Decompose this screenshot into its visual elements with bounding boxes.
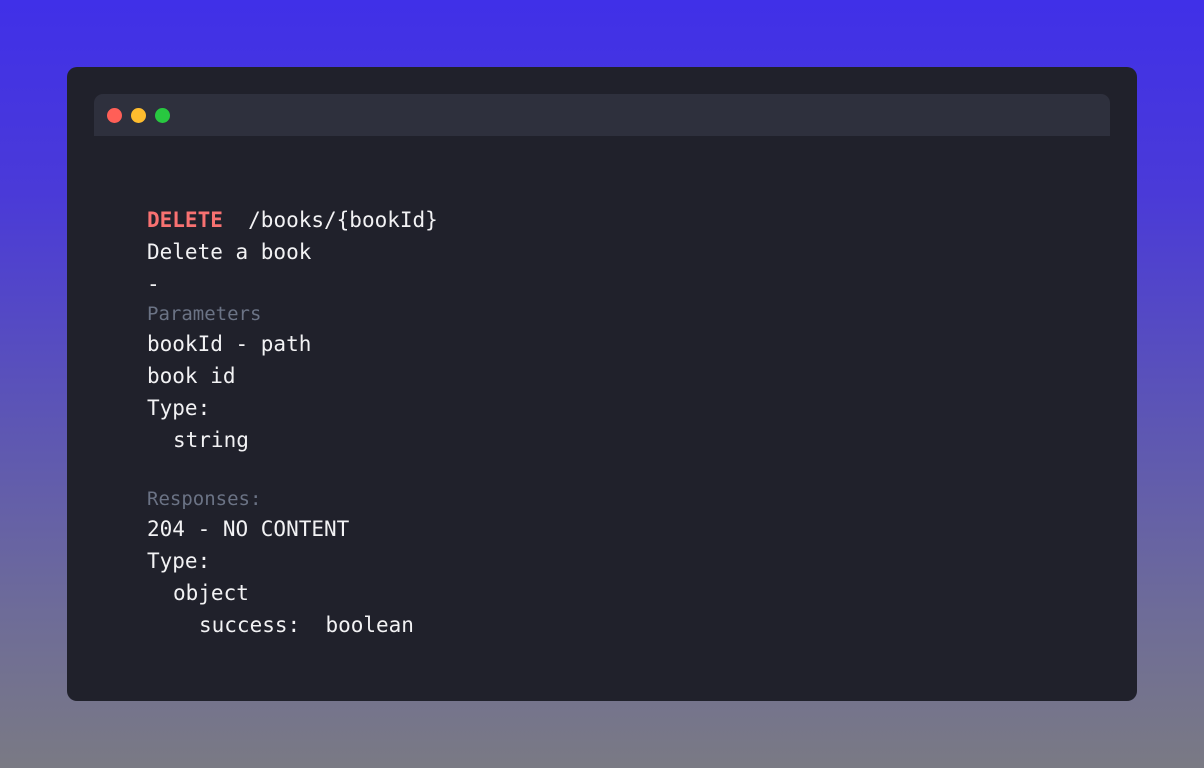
endpoint-line: DELETE /books/{bookId} — [147, 204, 438, 236]
code-window: DELETE /books/{bookId} Delete a book - P… — [67, 67, 1137, 701]
response-status: 204 - NO CONTENT — [147, 517, 350, 541]
parameter-type-label: Type: — [147, 396, 211, 420]
separator: - — [147, 272, 160, 296]
endpoint-path: /books/{bookId} — [248, 208, 438, 232]
response-type-value: object — [173, 581, 249, 605]
api-doc-content: DELETE /books/{bookId} Delete a book - P… — [147, 204, 438, 641]
http-method: DELETE — [147, 208, 223, 232]
window-titlebar — [94, 94, 1110, 136]
responses-heading: Responses: — [147, 488, 262, 510]
response-field: success: boolean — [147, 609, 438, 641]
parameters-heading: Parameters — [147, 303, 262, 325]
parameter-type-value: string — [173, 428, 249, 452]
close-window-button[interactable] — [107, 108, 122, 123]
parameter-description: book id — [147, 364, 236, 388]
response-field-name: success: — [199, 613, 301, 637]
response-type-label: Type: — [147, 549, 211, 573]
parameter-name: bookId - path — [147, 332, 312, 356]
page-background: { "window": { "controls": { "close_color… — [0, 0, 1204, 768]
minimize-window-button[interactable] — [131, 108, 146, 123]
response-field-type: boolean — [325, 613, 414, 637]
endpoint-summary: Delete a book — [147, 240, 312, 264]
maximize-window-button[interactable] — [155, 108, 170, 123]
